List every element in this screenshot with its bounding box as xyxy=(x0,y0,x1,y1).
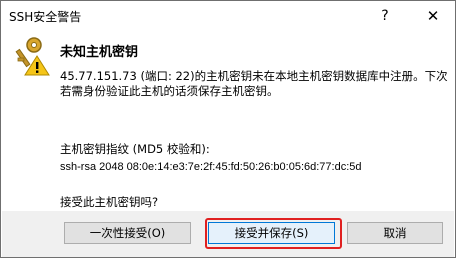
key-warning-icon xyxy=(12,36,50,76)
close-button[interactable]: ✕ xyxy=(411,1,455,31)
fingerprint-value: ssh-rsa 2048 08:0e:14:e3:7e:2f:45:fd:50:… xyxy=(60,161,362,173)
dialog-content: 未知主机密钥 45.77.151.73 (端口: 22)的主机密钥未在本地主机密… xyxy=(2,31,454,211)
highlight-box xyxy=(205,218,342,249)
button-bar: 一次性接受(O) 接受并保存(S) 取消 xyxy=(2,211,454,257)
help-icon: ? xyxy=(381,8,389,24)
dialog-heading: 未知主机密钥 xyxy=(60,45,139,60)
dialog-message: 45.77.151.73 (端口: 22)的主机密钥未在本地主机密钥数据库中注册… xyxy=(60,69,448,98)
cancel-button[interactable]: 取消 xyxy=(347,222,443,244)
fingerprint-label: 主机密钥指纹 (MD5 校验和): xyxy=(60,142,210,156)
close-icon: ✕ xyxy=(426,7,440,25)
title-bar: SSH安全警告 ? ✕ xyxy=(1,1,455,31)
window-title: SSH安全警告 xyxy=(9,10,82,24)
ssh-security-warning-dialog: SSH安全警告 ? ✕ 未知主机密钥 45.77.151.73 (端口: 22)… xyxy=(0,0,456,258)
help-button[interactable]: ? xyxy=(363,1,407,31)
accept-once-button[interactable]: 一次性接受(O) xyxy=(64,222,191,244)
accept-question: 接受此主机密钥吗? xyxy=(60,195,159,209)
